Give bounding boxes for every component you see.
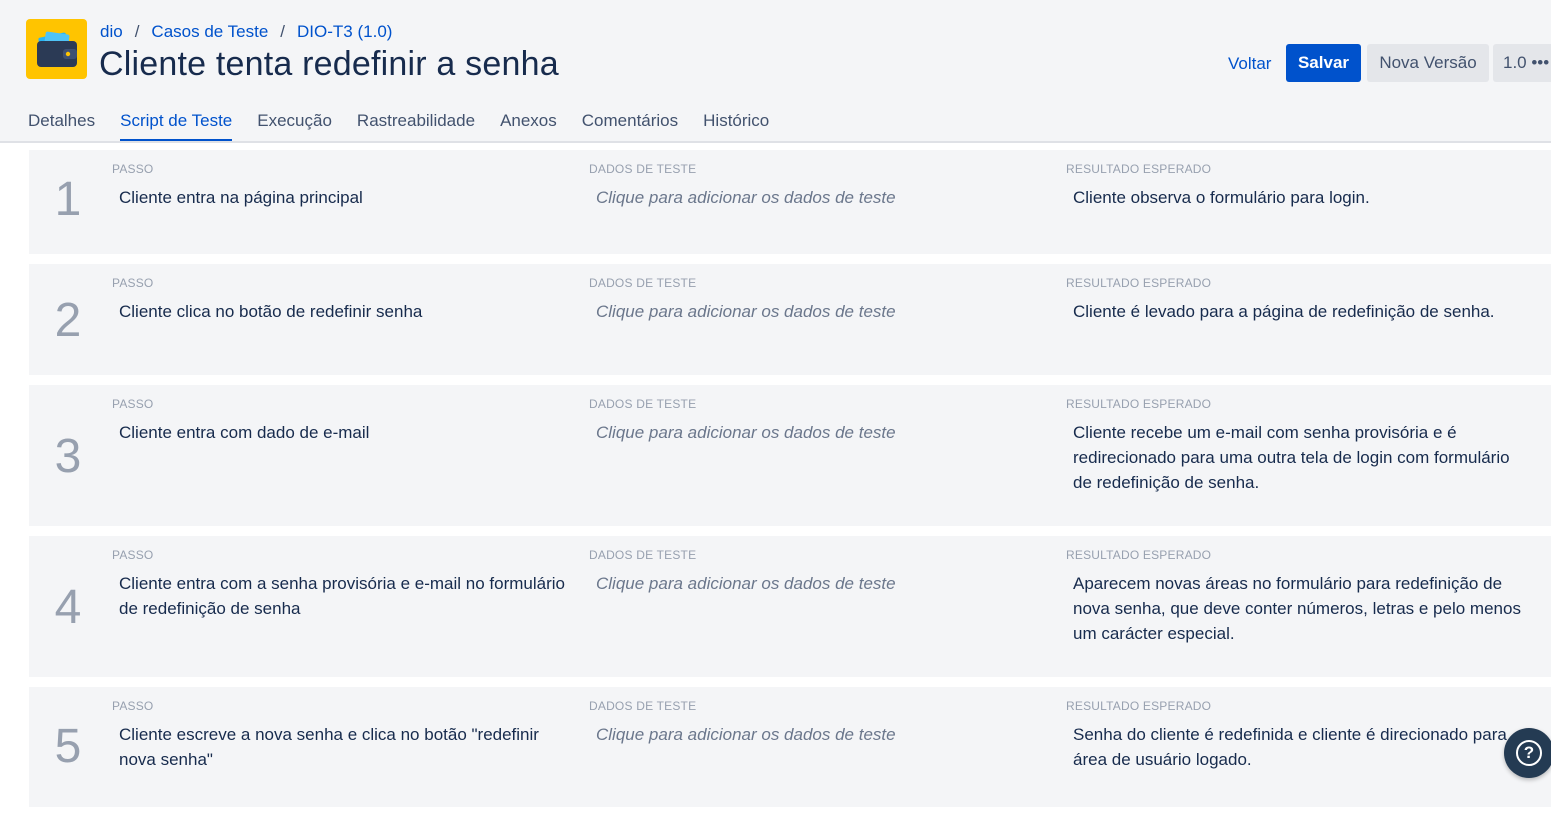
wallet-icon — [37, 31, 77, 67]
header-divider — [0, 141, 1551, 143]
step-text[interactable]: Cliente entra com a senha provisória e e… — [119, 571, 579, 621]
breadcrumb: dio / Casos de Teste / DIO-T3 (1.0) — [100, 22, 392, 42]
expected-result-column-label: RESULTADO ESPERADO — [1066, 276, 1212, 290]
tab-detalhes[interactable]: Detalhes — [28, 108, 95, 142]
save-button[interactable]: Salvar — [1286, 44, 1361, 82]
test-data-column-label: DADOS DE TESTE — [589, 548, 697, 562]
test-data-column-label: DADOS DE TESTE — [589, 276, 697, 290]
breadcrumb-item-test-cases[interactable]: Casos de Teste — [151, 22, 268, 41]
step-number: 3 — [54, 430, 82, 483]
app-logo[interactable] — [26, 19, 87, 79]
step-row[interactable]: 4 PASSO Cliente entra com a senha provis… — [29, 536, 1551, 677]
page-title: Cliente tenta redefinir a senha — [99, 45, 559, 83]
question-icon: ? — [1516, 740, 1542, 766]
test-data-placeholder[interactable]: Clique para adicionar os dados de teste — [596, 571, 1036, 596]
step-column-label: PASSO — [112, 699, 154, 713]
test-script-steps: 1 PASSO Cliente entra na página principa… — [29, 150, 1551, 817]
test-data-column-label: DADOS DE TESTE — [589, 699, 697, 713]
step-number: 2 — [54, 294, 82, 347]
tab-execucao[interactable]: Execução — [257, 108, 332, 142]
step-column-label: PASSO — [112, 397, 154, 411]
breadcrumb-item-project[interactable]: dio — [100, 22, 123, 41]
tab-historico[interactable]: Histórico — [703, 108, 769, 142]
step-column-label: PASSO — [112, 276, 154, 290]
expected-result-text[interactable]: Cliente recebe um e-mail com senha provi… — [1073, 420, 1533, 495]
tab-script-de-teste[interactable]: Script de Teste — [120, 108, 233, 142]
tab-anexos[interactable]: Anexos — [500, 108, 557, 142]
test-data-column-label: DADOS DE TESTE — [589, 162, 697, 176]
help-button[interactable]: ? — [1504, 728, 1551, 778]
expected-result-text[interactable]: Cliente é levado para a página de redefi… — [1073, 299, 1533, 324]
step-text[interactable]: Cliente entra na página principal — [119, 185, 579, 210]
test-data-column-label: DADOS DE TESTE — [589, 397, 697, 411]
test-data-placeholder[interactable]: Clique para adicionar os dados de teste — [596, 185, 1036, 210]
page-header: dio / Casos de Teste / DIO-T3 (1.0) Cliente … — [0, 0, 1551, 143]
new-version-button[interactable]: Nova Versão — [1367, 44, 1489, 82]
step-row[interactable]: 2 PASSO Cliente clica no botão de redefi… — [29, 264, 1551, 375]
step-column-label: PASSO — [112, 162, 154, 176]
expected-result-text[interactable]: Senha do cliente é redefinida e cliente … — [1073, 722, 1533, 772]
expected-result-text[interactable]: Aparecem novas áreas no formulário para … — [1073, 571, 1533, 646]
tab-comentarios[interactable]: Comentários — [582, 108, 678, 142]
step-row[interactable]: 5 PASSO Cliente escreve a nova senha e c… — [29, 687, 1551, 807]
expected-result-text[interactable]: Cliente observa o formulário para login. — [1073, 185, 1533, 210]
step-text[interactable]: Cliente clica no botão de redefinir senh… — [119, 299, 579, 324]
version-menu-button[interactable]: 1.0 ••• — [1493, 44, 1551, 82]
step-text[interactable]: Cliente escreve a nova senha e clica no … — [119, 722, 579, 772]
expected-result-column-label: RESULTADO ESPERADO — [1066, 397, 1212, 411]
expected-result-column-label: RESULTADO ESPERADO — [1066, 699, 1212, 713]
test-data-placeholder[interactable]: Clique para adicionar os dados de teste — [596, 420, 1036, 445]
tab-bar: Detalhes Script de Teste Execução Rastre… — [28, 108, 794, 142]
step-row[interactable]: 3 PASSO Cliente entra com dado de e-mail… — [29, 385, 1551, 526]
test-data-placeholder[interactable]: Clique para adicionar os dados de teste — [596, 299, 1036, 324]
step-number: 4 — [54, 581, 82, 634]
step-column-label: PASSO — [112, 548, 154, 562]
step-number: 1 — [54, 173, 82, 226]
breadcrumb-separator: / — [134, 22, 140, 41]
test-data-placeholder[interactable]: Clique para adicionar os dados de teste — [596, 722, 1036, 747]
step-row[interactable]: 1 PASSO Cliente entra na página principa… — [29, 150, 1551, 254]
step-text[interactable]: Cliente entra com dado de e-mail — [119, 420, 579, 445]
expected-result-column-label: RESULTADO ESPERADO — [1066, 548, 1212, 562]
expected-result-column-label: RESULTADO ESPERADO — [1066, 162, 1212, 176]
tab-rastreabilidade[interactable]: Rastreabilidade — [357, 108, 475, 142]
back-button[interactable]: Voltar — [1228, 51, 1271, 77]
breadcrumb-item-test-case[interactable]: DIO-T3 (1.0) — [297, 22, 392, 41]
step-number: 5 — [54, 720, 82, 773]
breadcrumb-separator: / — [280, 22, 286, 41]
